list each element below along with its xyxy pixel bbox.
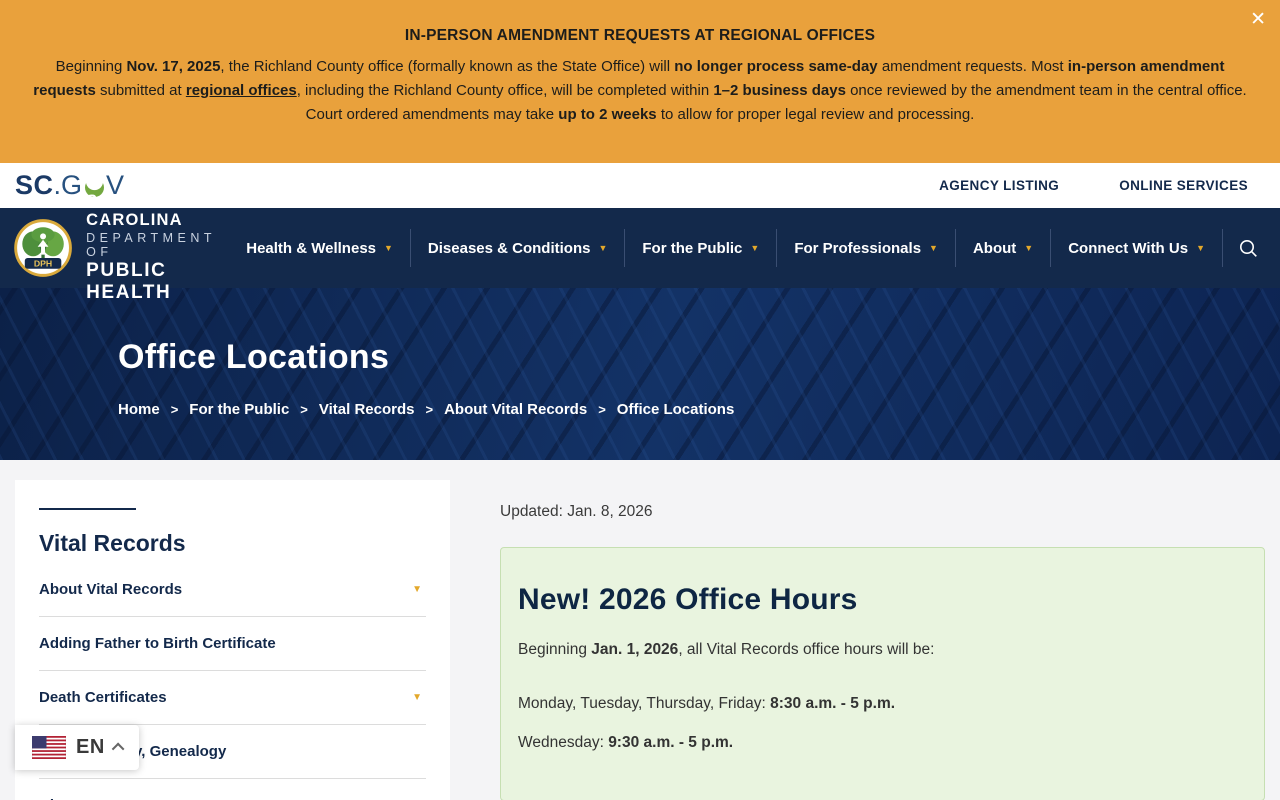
office-hours-title: New! 2026 Office Hours — [518, 583, 858, 616]
brand-line-south-carolina: SOUTH CAROLINA — [86, 192, 183, 229]
alert-text: Nov. 17, 2025 — [126, 58, 221, 75]
sidebar-item-death-certificates[interactable]: Death Certificates ▼ — [39, 671, 426, 725]
hours-text: 8:30 a.m. - 5 p.m. — [770, 695, 896, 713]
brand-text: SOUTH CAROLINA DEPARTMENT OF PUBLIC HEAL… — [86, 192, 229, 304]
breadcrumb-separator: > — [170, 402, 179, 417]
chevron-down-icon[interactable]: ▼ — [412, 692, 422, 703]
hero-section: Office Locations Home > For the Public >… — [0, 288, 1280, 460]
alert-text: to allow for proper legal review and pro… — [656, 106, 975, 123]
dph-badge-text: DPH — [34, 258, 52, 268]
office-hours-callout: New! 2026 Office Hours Beginning Jan. 1,… — [500, 547, 1265, 800]
dph-home-logo[interactable]: DPH SOUTH CAROLINA DEPARTMENT OF PUBLIC … — [14, 192, 229, 304]
sidebar-item-divorce-reports[interactable]: Divorce Reports — [39, 779, 426, 800]
search-button[interactable] — [1223, 239, 1266, 258]
alert-text: no longer process same-day — [674, 58, 878, 75]
chevron-down-icon: ▼ — [750, 243, 760, 253]
sidebar-item-about-vital-records[interactable]: About Vital Records ▼ — [39, 563, 426, 617]
breadcrumb-current-page: Office Locations — [616, 401, 735, 418]
nav-item-label: For the Public — [642, 239, 743, 257]
hours-text: Monday, Tuesday, Thursday, Friday: — [518, 695, 771, 713]
hours-text: Jan. 1, 2026 — [591, 641, 679, 658]
content-area: Vital Records About Vital Records ▼ Addi… — [0, 460, 1280, 800]
chevron-down-icon: ▼ — [598, 243, 608, 253]
chevron-down-icon: ▼ — [1024, 243, 1034, 253]
alert-text: up to 2 weeks — [558, 106, 657, 123]
utility-links: AGENCY LISTING ONLINE SERVICES — [939, 178, 1248, 193]
nav-item-label: About — [972, 239, 1017, 257]
alert-text: , the Richland County office (formally k… — [220, 58, 675, 75]
nav-item-diseases-conditions[interactable]: Diseases & Conditions ▼ — [411, 228, 624, 268]
brand-line-public-health: PUBLIC HEALTH — [86, 260, 172, 303]
alert-banner: IN-PERSON AMENDMENT REQUESTS AT REGIONAL… — [0, 0, 1280, 163]
main-navigation: DPH SOUTH CAROLINA DEPARTMENT OF PUBLIC … — [0, 192, 1280, 303]
nav-item-health-wellness[interactable]: Health & Wellness ▼ — [229, 228, 410, 268]
sidebar-heading: Vital Records — [39, 530, 186, 556]
alert-text: 1–2 business days — [713, 82, 846, 99]
hours-text: 9:30 a.m. - 5 p.m. — [608, 733, 734, 751]
nav-item-label: Health & Wellness — [246, 239, 376, 257]
page-title: Office Locations — [118, 338, 390, 376]
sidebar-item-adding-father[interactable]: Adding Father to Birth Certificate — [39, 617, 426, 671]
nav-item-for-the-public[interactable]: For the Public ▼ — [625, 228, 776, 268]
chevron-down-icon: ▼ — [384, 243, 393, 253]
brand-line-department-of: DEPARTMENT OF — [86, 231, 216, 259]
breadcrumb-home[interactable]: Home — [118, 401, 160, 418]
nav-item-label: Diseases & Conditions — [427, 239, 591, 257]
close-icon[interactable]: ✕ — [1250, 10, 1266, 29]
alert-banner-body: Beginning Nov. 17, 2025, the Richland Co… — [30, 55, 1250, 127]
hours-text: Beginning — [518, 641, 592, 658]
nav-item-label: For Professionals — [794, 239, 922, 257]
office-hours-intro: Beginning Jan. 1, 2026, all Vital Record… — [518, 639, 1247, 661]
nav-menu: Health & Wellness ▼ Diseases & Condition… — [229, 228, 1266, 268]
language-label: EN — [76, 736, 105, 758]
alert-text: , including the Richland County office, … — [296, 82, 714, 99]
online-services-link[interactable]: ONLINE SERVICES — [1119, 178, 1248, 193]
regional-offices-link[interactable]: regional offices — [186, 82, 297, 99]
chevron-down-icon[interactable]: ▼ — [412, 584, 422, 595]
sidebar-item-label: About Vital Records — [39, 581, 183, 598]
nav-item-about[interactable]: About ▼ — [956, 228, 1050, 268]
breadcrumb-separator: > — [598, 402, 606, 417]
agency-listing-link[interactable]: AGENCY LISTING — [939, 178, 1059, 193]
dph-seal-icon: DPH — [14, 219, 72, 277]
nav-item-label: Connect With Us — [1068, 239, 1189, 257]
sidebar-accent-rule — [39, 508, 136, 510]
breadcrumb-vital-records[interactable]: Vital Records — [319, 401, 415, 418]
breadcrumb-about-vital-records[interactable]: About Vital Records — [444, 401, 587, 418]
alert-text: Beginning — [55, 58, 127, 75]
breadcrumb: Home > For the Public > Vital Records > … — [118, 401, 1280, 418]
breadcrumb-for-the-public[interactable]: For the Public — [189, 401, 289, 418]
alert-text: submitted at — [95, 82, 186, 99]
nav-item-for-professionals[interactable]: For Professionals ▼ — [777, 228, 955, 268]
language-selector[interactable]: EN — [15, 725, 139, 770]
updated-date: Updated: Jan. 8, 2026 — [500, 503, 653, 520]
hours-text: Wednesday: — [518, 733, 609, 751]
alert-banner-title: IN-PERSON AMENDMENT REQUESTS AT REGIONAL… — [404, 27, 876, 44]
sidebar-item-label: Adding Father to Birth Certificate — [39, 635, 276, 652]
nav-item-connect-with-us[interactable]: Connect With Us ▼ — [1051, 228, 1222, 268]
breadcrumb-separator: > — [425, 402, 434, 417]
breadcrumb-separator: > — [300, 402, 308, 417]
chevron-down-icon: ▼ — [1196, 243, 1205, 253]
sidebar-item-label: Death Certificates — [39, 689, 167, 706]
us-flag-icon — [32, 736, 66, 759]
hours-text: , all Vital Records office hours will be… — [678, 641, 935, 658]
main-column: Updated: Jan. 8, 2026 New! 2026 Office H… — [500, 460, 1265, 800]
chevron-down-icon: ▼ — [929, 243, 938, 253]
office-hours-weekdays: Monday, Tuesday, Thursday, Friday: 8:30 … — [518, 693, 1247, 715]
chevron-up-icon — [111, 742, 125, 756]
alert-text: amendment requests. Most — [877, 58, 1068, 75]
office-hours-wednesday: Wednesday: 9:30 a.m. - 5 p.m. — [518, 732, 1247, 754]
search-icon — [1240, 239, 1257, 257]
